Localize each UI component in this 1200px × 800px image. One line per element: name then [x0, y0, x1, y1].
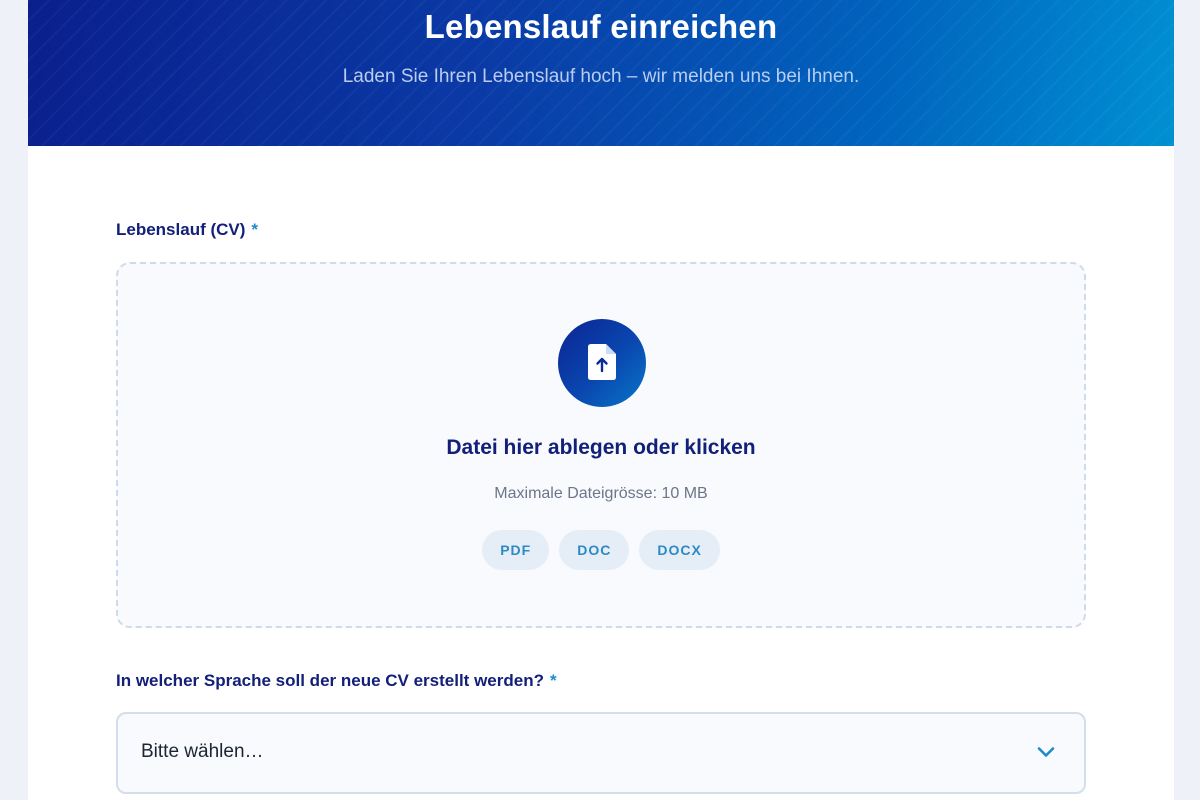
format-chips: PDF DOC DOCX [118, 530, 1084, 570]
required-marker: * [251, 220, 259, 239]
language-select[interactable]: Bitte wählen… [116, 712, 1086, 794]
required-marker: * [549, 671, 557, 690]
header-banner: Lebenslauf einreichen Laden Sie Ihren Le… [28, 0, 1174, 146]
cv-field-label: Lebenslauf (CV) * [116, 220, 258, 240]
file-upload-icon [558, 319, 646, 407]
format-chip-docx: DOCX [639, 530, 720, 570]
chevron-down-icon [1037, 747, 1055, 757]
language-select-value: Bitte wählen… [141, 741, 264, 762]
cv-label-text: Lebenslauf (CV) [116, 220, 246, 239]
language-field-label: In welcher Sprache soll der neue CV erst… [116, 671, 557, 691]
cv-dropzone[interactable]: Datei hier ablegen oder klicken Maximale… [116, 262, 1086, 628]
form-card: Lebenslauf einreichen Laden Sie Ihren Le… [28, 0, 1174, 800]
page-subtitle: Laden Sie Ihren Lebenslauf hoch – wir me… [342, 66, 860, 87]
language-label-text: In welcher Sprache soll der neue CV erst… [116, 671, 544, 690]
page-title: Lebenslauf einreichen [424, 8, 778, 45]
format-chip-doc: DOC [559, 530, 630, 570]
format-chip-pdf: PDF [482, 530, 550, 570]
dropzone-title: Datei hier ablegen oder klicken [446, 436, 756, 459]
max-size-hint: Maximale Dateigrösse: 10 MB [494, 485, 708, 502]
